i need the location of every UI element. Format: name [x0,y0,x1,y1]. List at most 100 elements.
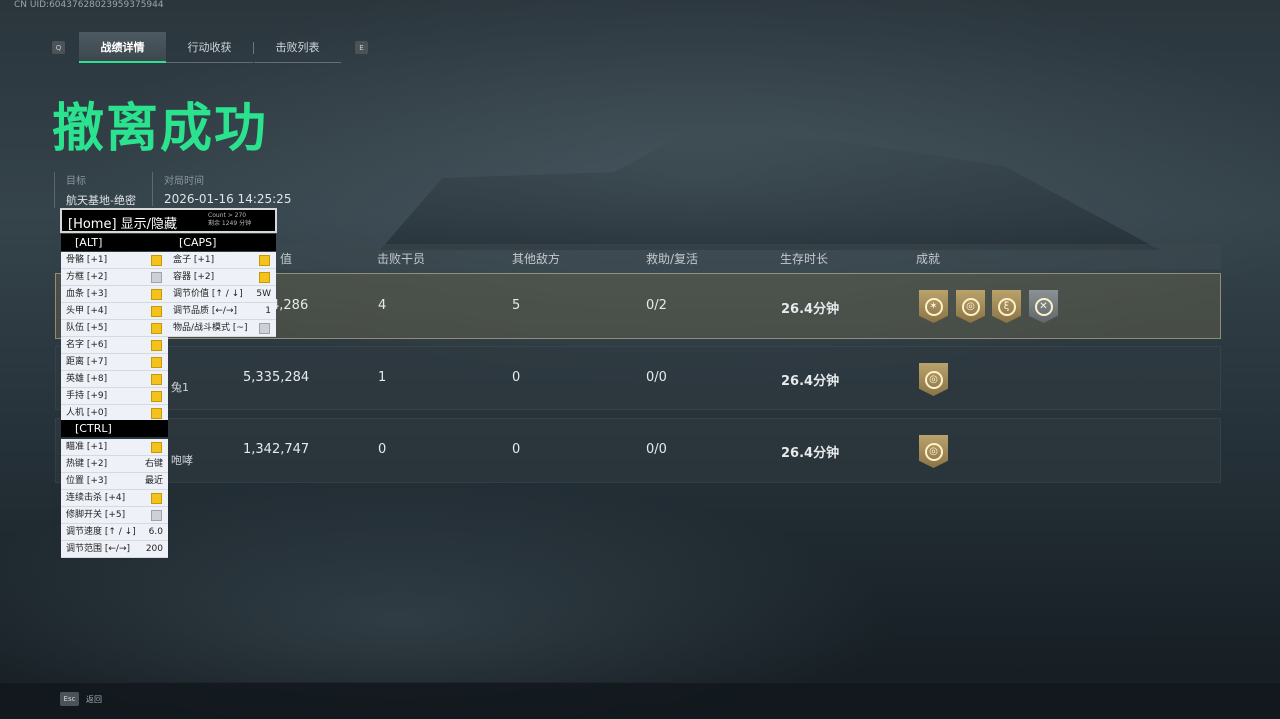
tab-battle-details[interactable]: 战绩详情 [79,32,166,63]
sun-emblem-icon[interactable]: ✶ [919,290,948,323]
menu-item-checkbox[interactable] [259,323,270,334]
row-duration: 26.4分钟 [781,446,840,461]
row-revive: 0/0 [646,370,667,385]
menu-item[interactable]: 盒子 [+1] [168,252,276,269]
menu-item[interactable]: 连续击杀 [+4] [61,490,168,507]
back-control[interactable]: Esc 返回 [60,692,102,706]
circle-emblem-icon[interactable]: ◎ [919,363,948,396]
menu-item-checkbox[interactable] [151,357,162,368]
page-title: 撤离成功 [52,99,269,159]
menu-item-value: 6.0 [148,527,163,537]
menu-item-value: 右键 [144,459,163,469]
back-label: 返回 [86,694,102,704]
ctrl-section-header: [CTRL] [61,420,168,437]
circle-emblem-icon[interactable]: ◎ [919,435,948,468]
row-revive: 0/2 [646,298,667,313]
menu-item[interactable]: 调节范围 [←/→] 200 [61,541,168,558]
row-kills: 1 [378,370,387,385]
menu-item-checkbox[interactable] [259,255,270,266]
menu-item-value: 1 [265,306,271,316]
menu-item[interactable]: 距离 [+7] [61,354,168,371]
menu-item-label: 瞄准 [+1] [66,442,108,452]
menu-item-checkbox[interactable] [151,442,162,453]
menu-item-label: 位置 [+3] [66,476,108,486]
table-row[interactable]: 兔1 5,335,284 1 0 0/0 26.4分钟 ◎ [55,346,1221,410]
menu-item-label: 骨骼 [+1] [66,255,108,265]
row-kills: 4 [378,298,387,313]
uid-text: CN UID:6043762802395937594­4 [14,0,164,10]
row-player-name: 兔1 [171,381,189,394]
menu-item-checkbox[interactable] [151,408,162,419]
menu-item-label: 调节价值 [↑ / ↓] [173,289,243,299]
overlay-count: Count > 270 剩余 1249 分钟 [208,212,251,228]
menu-item-label: 调节速度 [↑ / ↓] [66,527,136,537]
menu-item[interactable]: 方框 [+2] [61,269,168,286]
menu-item-checkbox[interactable] [151,289,162,300]
menu-item-checkbox[interactable] [151,306,162,317]
menu-item-checkbox[interactable] [151,272,162,283]
menu-item-checkbox[interactable] [151,510,162,521]
menu-item[interactable]: 队伍 [+5] [61,320,168,337]
menu-item[interactable]: 位置 [+3] 最近 [61,473,168,490]
tab-defeat-list[interactable]: 击败列表 [254,32,341,63]
menu-item-checkbox[interactable] [151,374,162,385]
caduceus-emblem-icon[interactable]: ξ [992,290,1021,323]
menu-item-label: 名字 [+6] [66,340,108,350]
table-header: 值 击败干员 其他敌方 救助/复活 生存时长 成就 [230,244,1221,269]
menu-item[interactable]: 血条 [+3] [61,286,168,303]
menu-item-checkbox[interactable] [259,272,270,283]
menu-item-label: 人机 [+0] [66,408,108,418]
overlay-count-line2: 剩余 1249 分钟 [208,220,252,227]
row-kills: 0 [378,442,387,457]
menu-item[interactable]: 调节速度 [↑ / ↓] 6.0 [61,524,168,541]
menu-item-label: 血条 [+3] [66,289,108,299]
column-achievements: 成就 [916,252,941,266]
menu-item[interactable]: 瞄准 [+1] [61,439,168,456]
row-others: 0 [512,370,521,385]
menu-item[interactable]: 热键 [+2] 右键 [61,456,168,473]
menu-item[interactable]: 物品/战斗模式 [~] [168,320,276,337]
menu-item-label: 修脚开关 [+5] [66,510,126,520]
column-value: 值 [280,252,293,266]
esc-key[interactable]: Esc [60,692,79,706]
row-value: 1,342,747 [243,442,310,457]
tab-next-key[interactable]: E [355,41,368,54]
menu-item-checkbox[interactable] [151,340,162,351]
column-kills: 击败干员 [377,252,426,266]
row-others: 5 [512,298,521,313]
menu-item-label: 距离 [+7] [66,357,108,367]
circle-emblem-icon[interactable]: ◎ [956,290,985,323]
menu-item[interactable]: 调节价值 [↑ / ↓] 5W [168,286,276,303]
column-revive: 救助/复活 [646,252,699,266]
row-player-name: 咆哮 [171,454,193,467]
target-label: 目标 [66,176,86,187]
caps-section-header: [CAPS] [168,234,276,251]
menu-item-checkbox[interactable] [151,493,162,504]
menu-item[interactable]: 容器 [+2] [168,269,276,286]
menu-item[interactable]: 骨骼 [+1] [61,252,168,269]
menu-item[interactable]: 英雄 [+8] [61,371,168,388]
tab-prev-key[interactable]: Q [52,41,65,54]
menu-item[interactable]: 修脚开关 [+5] [61,507,168,524]
menu-item-checkbox[interactable] [151,391,162,402]
menu-item-checkbox[interactable] [151,255,162,266]
row-revive: 0/0 [646,442,667,457]
menu-item-label: 调节范围 [←/→] [66,544,130,554]
table-row[interactable]: 咆哮 1,342,747 0 0 0/0 26.4分钟 ◎ [55,418,1221,483]
tab-action-rewards[interactable]: 行动收获 [166,32,253,63]
menu-item[interactable]: 手持 [+9] [61,388,168,405]
menu-item[interactable]: 头甲 [+4] [61,303,168,320]
menu-item-label: 手持 [+9] [66,391,108,401]
overlay-title-bar[interactable]: [Home] 显示/隐藏 Count > 270 剩余 1249 分钟 [60,208,277,233]
crossed-arrows-emblem-icon[interactable]: ✕ [1029,290,1058,323]
menu-item-label: 连续击杀 [+4] [66,493,126,503]
time-value: 2026-01-16 14:25:25 [164,192,292,206]
menu-item-label: 调节品质 [←/→] [173,306,237,316]
overlay-count-line1: Count > 270 [208,212,247,219]
menu-item-label: 头甲 [+4] [66,306,108,316]
background-ship-silhouette [380,130,1160,250]
menu-item-checkbox[interactable] [151,323,162,334]
menu-item[interactable]: 调节品质 [←/→] 1 [168,303,276,320]
time-label: 对局时间 [164,176,204,187]
menu-item[interactable]: 名字 [+6] [61,337,168,354]
